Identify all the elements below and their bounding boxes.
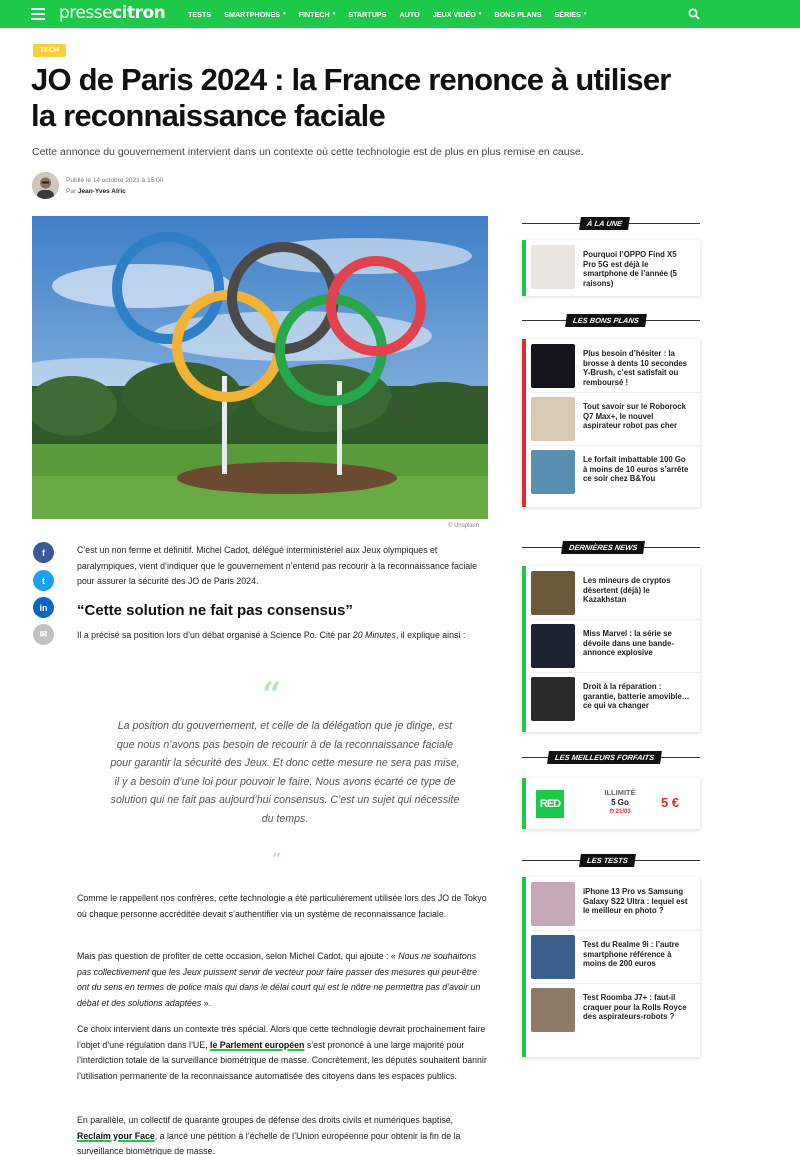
article-title-link[interactable]: Les mineurs de cryptos désertent (déjà) … bbox=[583, 571, 691, 615]
section-header-a-la-une: À LA UNE bbox=[522, 217, 700, 230]
article-title-link[interactable]: Test Roomba J7+ : faut-il craquer pour l… bbox=[583, 988, 691, 1032]
divider bbox=[531, 930, 700, 931]
article-title-link[interactable]: Le forfait imbattable 100 Go à moins de … bbox=[583, 450, 691, 494]
paragraph-6: En parallèle, un collectif de quarante g… bbox=[77, 1115, 461, 1155]
nav-item-startups[interactable]: STARTUPS bbox=[348, 10, 386, 19]
article-title-link[interactable]: Pourquoi l’OPPO Find X5 Pro 5G est déjà … bbox=[583, 245, 691, 289]
tests-card: iPhone 13 Pro vs Samsung Galaxy S22 Ultr… bbox=[522, 877, 700, 1057]
sidebar-article-item[interactable]: Les mineurs de cryptos désertent (déjà) … bbox=[531, 571, 691, 615]
article-title-link[interactable]: Droit à la réparation : garantie, batter… bbox=[583, 677, 691, 721]
facebook-share-button[interactable]: f bbox=[33, 542, 54, 563]
sidebar-article-item[interactable]: Droit à la réparation : garantie, batter… bbox=[531, 677, 691, 721]
publish-date: Publié le 14 octobre 2021 à 15:00 bbox=[66, 177, 164, 184]
paragraph-5: Ce choix intervient dans un contexte trè… bbox=[77, 1024, 487, 1081]
clock-icon: ⏱ bbox=[609, 809, 614, 815]
author-prefix: Par bbox=[66, 188, 78, 195]
sidebar-article-item[interactable]: Tout savoir sur le Roborock Q7 Max+, le … bbox=[531, 397, 691, 441]
accent-bar bbox=[522, 240, 526, 296]
paragraph-2: Il a précisé sa position lors d’un débat… bbox=[77, 630, 466, 640]
section-header-forfaits: LES MEILLEURS FORFAITS bbox=[522, 751, 700, 764]
article-title-link[interactable]: Miss Marvel : la série se dévoile dans u… bbox=[583, 624, 691, 668]
divider bbox=[531, 619, 700, 620]
sidebar-article-item[interactable]: Plus besoin d’hésiter : la brosse à dent… bbox=[531, 344, 691, 388]
european-parliament-link[interactable]: le Parlement européen bbox=[210, 1040, 304, 1050]
sidebar-article-item[interactable]: Pourquoi l’OPPO Find X5 Pro 5G est déjà … bbox=[531, 245, 691, 289]
image-credit: © Unsplash bbox=[448, 523, 480, 529]
nav-item-tests[interactable]: TESTS bbox=[188, 10, 211, 19]
quote-open-mark: “ bbox=[262, 675, 282, 715]
chevron-down-icon: ▾ bbox=[283, 11, 286, 17]
linkedin-share-button[interactable]: in bbox=[33, 597, 54, 618]
blockquote: La position du gouvernement, et celle de… bbox=[110, 720, 460, 825]
article-thumbnail[interactable] bbox=[531, 882, 575, 926]
article-thumbnail[interactable] bbox=[531, 677, 575, 721]
divider bbox=[531, 445, 700, 446]
chevron-down-icon: ▾ bbox=[478, 11, 482, 17]
best-plan-card[interactable]: RED ILLIMITÉ 5 Go ⏱ 21/03 5 € bbox=[522, 778, 700, 829]
plan-promo-end: ⏱ 21/03 bbox=[609, 809, 631, 815]
section-heading: “Cette solution ne fait pas consensus” bbox=[77, 602, 353, 619]
chevron-down-icon: ▾ bbox=[332, 11, 336, 17]
paragraph-3: Comme le rappellent nos confrères, cette… bbox=[77, 893, 487, 919]
quote-close-mark: ” bbox=[272, 849, 282, 868]
nav-item-fintech[interactable]: FINTECH ▾ bbox=[299, 10, 336, 19]
a-la-une-card: Pourquoi l’OPPO Find X5 Pro 5G est déjà … bbox=[522, 240, 700, 296]
article-title-link[interactable]: Test du Realme 9i : l’autre smartphone r… bbox=[583, 935, 691, 979]
sidebar-article-item[interactable]: Test du Realme 9i : l’autre smartphone r… bbox=[531, 935, 691, 979]
reclaim-your-face-link[interactable]: Reclaim your Face bbox=[77, 1131, 155, 1141]
section-header-tests: LES TESTS bbox=[522, 854, 700, 867]
article-thumbnail[interactable] bbox=[531, 935, 575, 979]
nav-item-jeux-vid-o[interactable]: JEUX VIDÉO ▾ bbox=[433, 10, 482, 19]
section-header-news: DERNIÈRES NEWS bbox=[522, 541, 700, 554]
paragraph-1: C’est un non ferme et définitif. Michel … bbox=[77, 545, 478, 586]
news-card: Les mineurs de cryptos désertent (déjà) … bbox=[522, 566, 700, 732]
paragraph-4: Mais pas question de profiter de cette o… bbox=[77, 951, 481, 1008]
email-share-button[interactable]: ✉ bbox=[33, 624, 54, 645]
accent-bar bbox=[522, 566, 526, 732]
plan-name: ILLIMITÉ bbox=[604, 788, 636, 797]
sidebar-article-item[interactable]: iPhone 13 Pro vs Samsung Galaxy S22 Ultr… bbox=[531, 882, 691, 926]
sidebar-article-item[interactable]: Le forfait imbattable 100 Go à moins de … bbox=[531, 450, 691, 494]
plan-data: 5 Go bbox=[611, 798, 629, 807]
category-tag[interactable]: TECH bbox=[33, 44, 67, 57]
divider bbox=[531, 392, 700, 393]
author-link[interactable]: Jean-Yves Alric bbox=[78, 188, 126, 195]
article-thumbnail[interactable] bbox=[531, 624, 575, 668]
article-subtitle: Cette annonce du gouvernement intervient… bbox=[32, 146, 584, 158]
article-title-link[interactable]: iPhone 13 Pro vs Samsung Galaxy S22 Ultr… bbox=[583, 882, 691, 926]
divider bbox=[531, 672, 700, 673]
chevron-down-icon: ▾ bbox=[583, 11, 587, 17]
site-logo[interactable]: pressecitron bbox=[59, 3, 166, 23]
article-title-link[interactable]: Plus besoin d’hésiter : la brosse à dent… bbox=[583, 344, 691, 388]
article-title-link[interactable]: Tout savoir sur le Roborock Q7 Max+, le … bbox=[583, 397, 691, 441]
article-thumbnail[interactable] bbox=[531, 571, 575, 615]
menu-icon[interactable] bbox=[31, 8, 45, 20]
article-thumbnail[interactable] bbox=[531, 450, 575, 494]
article-title: JO de Paris 2024 : la France renonce à u… bbox=[31, 62, 671, 133]
article-thumbnail[interactable] bbox=[531, 397, 575, 441]
nav-item-bons-plans[interactable]: BONS PLANS bbox=[494, 10, 541, 19]
section-header-bons-plans: LES BONS PLANS bbox=[522, 314, 700, 327]
accent-bar bbox=[522, 339, 526, 507]
twitter-share-button[interactable]: t bbox=[33, 570, 54, 591]
main-nav: TESTS SMARTPHONES ▾ FINTECH ▾ STARTUPS AUTO JEU… bbox=[188, 0, 599, 28]
hero-image-olympic-rings bbox=[32, 216, 488, 519]
article-thumbnail[interactable] bbox=[531, 245, 575, 289]
plan-price: 5 € bbox=[660, 795, 680, 810]
bons-plans-card: Plus besoin d’hésiter : la brosse à dent… bbox=[522, 339, 700, 507]
article-meta: Publié le 14 octobre 2021 à 15:00 Par Je… bbox=[66, 175, 163, 197]
accent-bar bbox=[522, 877, 526, 1057]
article-thumbnail[interactable] bbox=[531, 344, 575, 388]
nav-item-smartphones[interactable]: SMARTPHONES ▾ bbox=[224, 10, 285, 19]
nav-item-s-ries[interactable]: SÉRIES ▾ bbox=[555, 10, 587, 19]
red-logo: RED bbox=[536, 790, 564, 818]
top-navigation-bar: pressecitron TESTS SMARTPHONES ▾ FINTECH ▾ ST… bbox=[0, 0, 800, 28]
sidebar-article-item[interactable]: Miss Marvel : la série se dévoile dans u… bbox=[531, 624, 691, 668]
nav-item-auto[interactable]: AUTO bbox=[399, 10, 419, 19]
sidebar-article-item[interactable]: Test Roomba J7+ : faut-il craquer pour l… bbox=[531, 988, 691, 1032]
divider bbox=[531, 983, 700, 984]
author-avatar[interactable] bbox=[32, 172, 59, 199]
article-thumbnail[interactable] bbox=[531, 988, 575, 1032]
search-icon[interactable] bbox=[688, 8, 700, 20]
